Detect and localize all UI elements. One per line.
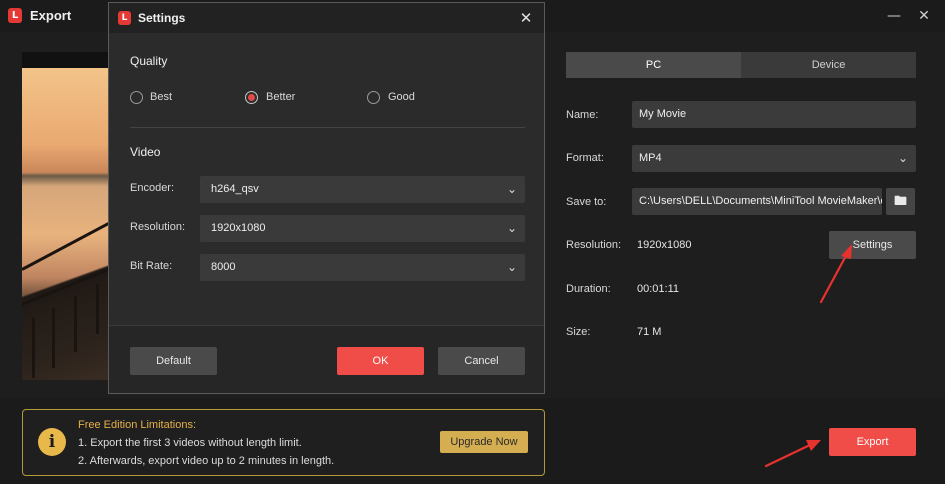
ok-button[interactable]: OK — [337, 347, 424, 375]
limitation-line-2: 2. Afterwards, export video up to 2 minu… — [78, 455, 335, 467]
bitrate-label: Bit Rate: — [130, 260, 173, 272]
resolution-value: 1920x1080 — [637, 239, 692, 251]
upgrade-now-button[interactable]: Upgrade Now — [440, 431, 528, 453]
settings-dialog: L Settings ✕ Quality Best Better Good Vi… — [108, 2, 545, 394]
tab-pc[interactable]: PC — [566, 52, 741, 78]
pier-post — [32, 318, 35, 378]
chevron-down-icon: ⌄ — [506, 260, 517, 274]
window-title: Export — [30, 8, 72, 23]
close-icon[interactable]: ✕ — [914, 6, 934, 26]
format-value: MP4 — [639, 152, 662, 164]
duration-value: 00:01:11 — [637, 283, 680, 295]
quality-label-better: Better — [266, 91, 296, 103]
resolution-value: 1920x1080 — [211, 222, 266, 234]
resolution-select[interactable]: 1920x1080 ⌄ — [200, 215, 525, 242]
bitrate-select[interactable]: 8000 ⌄ — [200, 254, 525, 281]
chevron-down-icon: ⌄ — [506, 182, 517, 196]
app-logo-icon: L — [8, 8, 22, 23]
name-input[interactable]: My Movie — [632, 101, 916, 128]
quality-radio-best[interactable] — [130, 91, 143, 104]
encoder-value: h264_qsv — [211, 183, 259, 195]
quality-section-title: Quality — [130, 54, 168, 68]
pier-post — [74, 296, 77, 352]
pier-shape — [22, 228, 122, 380]
save-path-input[interactable]: C:\Users\DELL\Documents\MiniTool MovieMa… — [632, 188, 882, 215]
save-to-label: Save to: — [566, 196, 607, 208]
name-label: Name: — [566, 109, 599, 121]
limitations-title: Free Edition Limitations: — [78, 419, 196, 431]
bitrate-value: 8000 — [211, 261, 236, 273]
section-divider — [130, 127, 525, 128]
minimize-icon[interactable]: — — [884, 6, 904, 26]
resolution-label: Resolution: — [566, 239, 622, 251]
pier-post — [52, 308, 55, 368]
quality-label-best: Best — [150, 91, 173, 103]
duration-label: Duration: — [566, 283, 611, 295]
annotation-arrow-settings — [819, 250, 850, 304]
default-button[interactable]: Default — [130, 347, 217, 375]
video-preview — [22, 52, 122, 380]
tab-device[interactable]: Device — [741, 52, 916, 78]
encoder-label: Encoder: — [130, 182, 175, 194]
size-value: 71 M — [637, 326, 662, 338]
video-section-title: Video — [130, 145, 161, 159]
format-select[interactable]: MP4 ⌄ — [632, 145, 916, 172]
close-icon[interactable]: ✕ — [516, 8, 536, 28]
dialog-title: Settings — [138, 11, 186, 25]
format-label: Format: — [566, 152, 604, 164]
resolution-label: Resolution: — [130, 221, 186, 233]
quality-radio-good[interactable] — [367, 91, 380, 104]
export-button[interactable]: Export — [829, 428, 916, 456]
browse-folder-button[interactable]: 🖿 — [886, 188, 915, 215]
pier-post — [96, 284, 99, 334]
folder-icon: 🖿 — [893, 194, 907, 209]
encoder-select[interactable]: h264_qsv ⌄ — [200, 176, 525, 203]
quality-label-good: Good — [388, 91, 415, 103]
cancel-button[interactable]: Cancel — [438, 347, 525, 375]
chevron-down-icon: ⌄ — [506, 221, 517, 235]
app-logo-icon: L — [118, 11, 131, 25]
info-icon: i — [38, 428, 66, 456]
preview-image — [22, 68, 122, 380]
quality-radio-better[interactable] — [245, 91, 258, 104]
settings-button[interactable]: Settings — [829, 231, 916, 259]
chevron-down-icon: ⌄ — [897, 151, 908, 165]
limitation-line-1: 1. Export the first 3 videos without len… — [78, 437, 302, 449]
dialog-title-bar: L Settings ✕ — [109, 3, 544, 33]
size-label: Size: — [566, 326, 591, 338]
